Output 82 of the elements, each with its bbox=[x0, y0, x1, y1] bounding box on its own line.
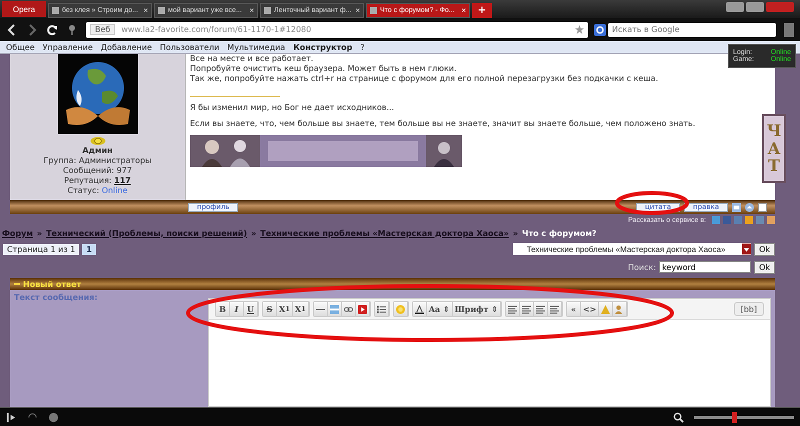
user-info-label: Статус: bbox=[68, 186, 100, 195]
resize-grip[interactable] bbox=[784, 22, 794, 36]
user-info-value: Администраторы bbox=[78, 156, 152, 165]
new-tab-button[interactable]: + bbox=[472, 3, 492, 18]
admin-menu-item[interactable]: Общее bbox=[6, 42, 35, 52]
list-icon bbox=[376, 304, 386, 314]
ok-button[interactable]: Ok bbox=[754, 242, 775, 256]
user-icon bbox=[615, 304, 624, 314]
address-field[interactable]: Веб www.la2-favorite.com/forum/61-1170-1#12080 bbox=[86, 22, 588, 38]
pin-icon[interactable] bbox=[66, 24, 78, 36]
user-info-label: Репутация: bbox=[64, 176, 112, 185]
select-checkbox[interactable] bbox=[758, 202, 767, 212]
web-search-field[interactable]: Искать в Google bbox=[608, 22, 776, 36]
align-icon bbox=[508, 304, 517, 314]
breadcrumb-separator: » bbox=[36, 228, 42, 238]
align-button[interactable] bbox=[520, 302, 534, 316]
user-info-value: 977 bbox=[116, 166, 132, 175]
admin-menu-item[interactable]: ? bbox=[360, 42, 365, 52]
admin-menu-item[interactable]: Мультимедиа bbox=[227, 42, 286, 52]
browser-menu-button[interactable]: Opera bbox=[2, 1, 46, 17]
align-icon bbox=[536, 304, 545, 314]
rank-icon bbox=[90, 136, 106, 146]
admin-menu-item[interactable]: Пользователи bbox=[160, 42, 220, 52]
text-color-button[interactable] bbox=[412, 302, 427, 316]
address-badge: Веб bbox=[90, 24, 116, 35]
forum-jump-select[interactable]: Технические проблемы «Мастерская доктора Хаоса» bbox=[513, 243, 752, 255]
hide-button[interactable] bbox=[613, 302, 628, 316]
format-select[interactable]: Шрифт ⇕ bbox=[452, 302, 501, 316]
format-button[interactable]: <> bbox=[580, 302, 600, 316]
user-info-label: Группа: bbox=[44, 156, 76, 165]
signature-text: Я бы изменил мир, но Бог не дает исходников... bbox=[190, 103, 394, 113]
video-icon bbox=[358, 304, 367, 314]
post-text: Так же, попробуйте нажать ctrl+r на странице с форумом для его полной перезагрузки без подкачки с кеша. bbox=[190, 74, 658, 84]
page-link[interactable]: 1 bbox=[82, 244, 96, 254]
search-engine-icon[interactable] bbox=[594, 24, 606, 36]
align-button[interactable] bbox=[534, 302, 548, 316]
format-button[interactable]: I bbox=[230, 302, 244, 316]
text-color-icon bbox=[414, 304, 424, 314]
format-button[interactable]: B bbox=[216, 302, 230, 316]
link-button[interactable] bbox=[342, 302, 356, 316]
admin-menu-item[interactable]: Добавление bbox=[100, 42, 152, 52]
admin-menu-item[interactable]: Управление bbox=[42, 42, 93, 52]
align-icon bbox=[522, 304, 531, 314]
ok-button[interactable]: Ok bbox=[754, 260, 775, 274]
bookmark-star-icon[interactable] bbox=[575, 25, 584, 34]
message-icon[interactable] bbox=[732, 202, 741, 212]
format-select[interactable]: Aa ⇕ bbox=[426, 302, 453, 316]
reply-title: Новый ответ bbox=[23, 280, 82, 288]
signature-text: Если вы знаете, что, чем больше вы знаете, тем больше вы не знаете, значит вы знаете больше, чем положено знать. bbox=[190, 119, 696, 129]
align-button[interactable] bbox=[506, 302, 520, 316]
smiley-icon bbox=[396, 304, 405, 314]
post-text: Попробуйте очистить кеш браузера. Может быть в нем глюки. bbox=[190, 64, 457, 74]
breadcrumb-separator: » bbox=[512, 228, 518, 238]
zoom-icon[interactable] bbox=[673, 412, 684, 422]
search-label: Поиск: bbox=[628, 262, 656, 272]
format-button[interactable]: « bbox=[566, 302, 581, 316]
rule-button[interactable] bbox=[314, 302, 328, 316]
warning-icon bbox=[601, 304, 610, 314]
user-info-value: Online bbox=[102, 186, 128, 195]
link-icon bbox=[344, 304, 353, 314]
post-text: Все на месте и все работает. bbox=[190, 54, 314, 64]
forum-search-field[interactable]: keyword bbox=[659, 261, 752, 273]
dropdown-icon[interactable] bbox=[742, 243, 752, 255]
bbcode-mode-button[interactable]: [bb] bbox=[734, 302, 764, 316]
page-count: Страница 1 из 1 bbox=[3, 244, 80, 254]
breadcrumb-separator: » bbox=[251, 228, 256, 238]
breadcrumb-current: Что с форумом? bbox=[522, 228, 597, 238]
author-name[interactable]: Админ bbox=[82, 146, 113, 156]
message-label: Текст сообщения: bbox=[14, 293, 98, 302]
globe-icon[interactable] bbox=[48, 412, 59, 422]
image-icon bbox=[330, 304, 339, 314]
reload-icon[interactable] bbox=[46, 24, 58, 36]
panel-toggle-icon[interactable] bbox=[6, 412, 17, 422]
user-info-value[interactable]: 117 bbox=[114, 176, 131, 185]
align-button[interactable] bbox=[548, 302, 562, 316]
user-info-label: Сообщений: bbox=[63, 166, 114, 175]
format-button[interactable]: S bbox=[263, 302, 277, 316]
format-button[interactable]: U bbox=[244, 302, 258, 316]
align-icon bbox=[550, 304, 559, 314]
zoom-handle[interactable] bbox=[732, 412, 737, 422]
admin-menu-item[interactable]: Конструктор bbox=[293, 42, 352, 52]
video-button[interactable] bbox=[356, 302, 370, 316]
